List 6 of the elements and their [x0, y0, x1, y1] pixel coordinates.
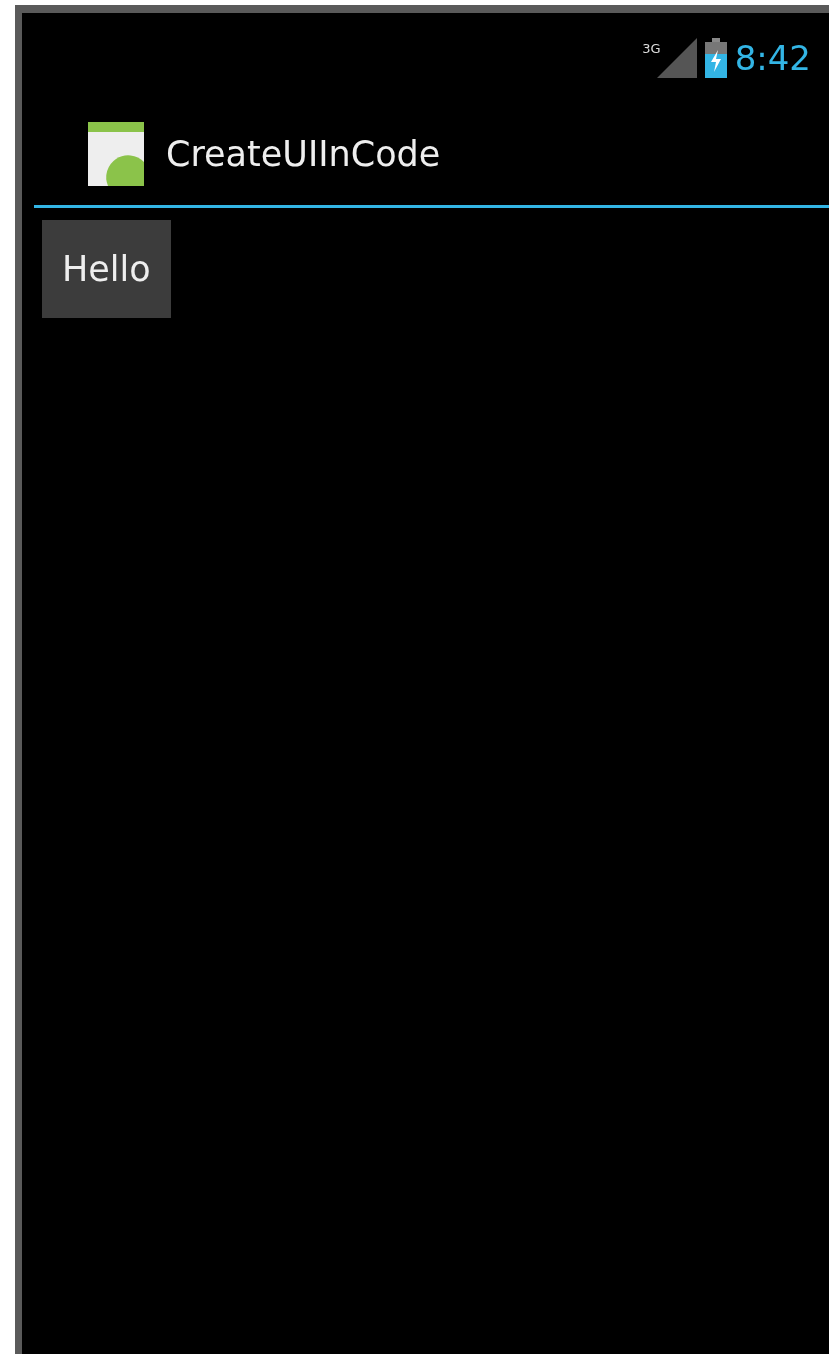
app-icon [88, 122, 144, 186]
hello-button[interactable]: Hello [42, 220, 171, 318]
app-title: CreateUIInCode [166, 134, 441, 174]
network-type: 3G [642, 41, 661, 56]
clock-time: 8:42 [734, 38, 811, 78]
battery-charging-icon [704, 38, 727, 78]
